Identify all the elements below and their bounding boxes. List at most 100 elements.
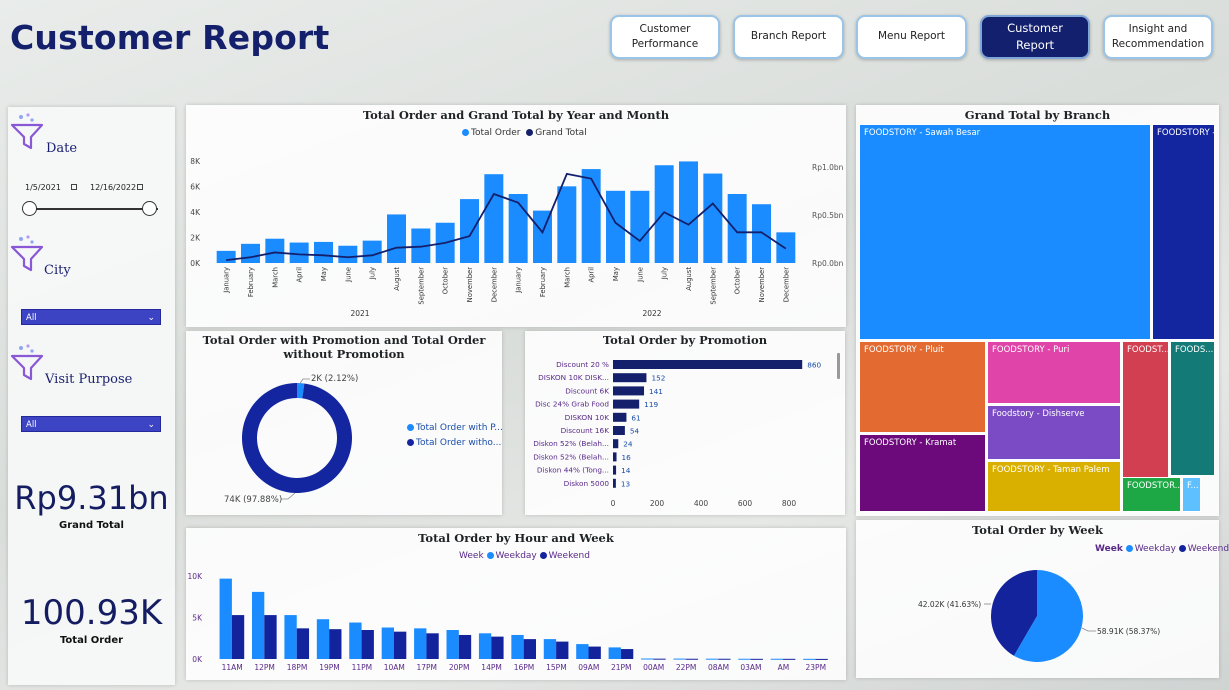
total-order-bar bbox=[362, 240, 382, 263]
legend-swatch bbox=[407, 423, 414, 431]
x-tick-label: 22PM bbox=[676, 663, 697, 672]
total-order-bar bbox=[727, 194, 747, 263]
visit-purpose-slicer-label: Visit Purpose bbox=[45, 372, 133, 387]
x-tick-label: 11PM bbox=[352, 663, 373, 672]
total-order-bar bbox=[508, 194, 528, 263]
y-tick-label: Discount 16K bbox=[561, 426, 610, 435]
x-tick-label: February bbox=[539, 267, 547, 297]
total-order-bar bbox=[557, 186, 577, 263]
hour-bar bbox=[231, 615, 245, 659]
x-tick-label: February bbox=[247, 267, 255, 297]
y-tick-label: Diskon 5000 bbox=[564, 479, 610, 488]
hour-bar bbox=[815, 658, 828, 660]
x-tick-label: May bbox=[320, 267, 328, 281]
filter-icon bbox=[10, 113, 44, 150]
date-range-end-handle[interactable] bbox=[142, 201, 157, 216]
total-order-label: Total Order bbox=[59, 635, 124, 646]
nav-menu-report-button[interactable]: Menu Report bbox=[856, 15, 967, 59]
x-tick-label: October bbox=[734, 267, 742, 294]
treemap-cell[interactable]: F... bbox=[1182, 477, 1201, 512]
x-tick-label: 16PM bbox=[514, 663, 535, 672]
date-start-input[interactable]: 1/5/2021 bbox=[25, 183, 61, 192]
legend-label: Total Order with P... bbox=[416, 423, 503, 433]
data-label: 24 bbox=[623, 440, 633, 449]
grand-total-label: Grand Total bbox=[59, 520, 124, 531]
promotion-bar bbox=[613, 412, 627, 422]
data-label: 61 bbox=[631, 413, 640, 422]
hour-bar bbox=[264, 615, 277, 659]
x-tick-label: November bbox=[466, 267, 474, 303]
calendar-icon[interactable] bbox=[71, 184, 77, 190]
hour-bar bbox=[750, 658, 763, 660]
promotion-bar bbox=[613, 373, 647, 383]
visit-purpose-dropdown-value: All bbox=[26, 420, 37, 430]
treemap-cell[interactable]: FOODS... bbox=[1170, 341, 1215, 476]
total-order-bar bbox=[703, 173, 723, 263]
city-dropdown[interactable]: All ⌄ bbox=[21, 309, 161, 325]
visit-purpose-dropdown[interactable]: All ⌄ bbox=[21, 416, 161, 432]
hour-bar bbox=[576, 644, 589, 659]
chevron-down-icon: ⌄ bbox=[147, 313, 155, 323]
y-tick-label: 10K bbox=[188, 572, 204, 581]
treemap-cell[interactable]: FOODSTORY -... bbox=[1152, 124, 1215, 340]
legend-label: Total Order witho... bbox=[416, 438, 502, 448]
treemap-cell[interactable]: FOODSTORY - Kramat bbox=[859, 434, 986, 512]
calendar-icon[interactable] bbox=[137, 184, 143, 190]
y-tick-label: 5K bbox=[192, 614, 203, 623]
x-tick-label: AM bbox=[778, 663, 790, 672]
x-tick-label: March bbox=[271, 267, 279, 288]
x-tick-label: November bbox=[758, 267, 766, 303]
date-range-start-handle[interactable] bbox=[22, 201, 37, 216]
chevron-down-icon: ⌄ bbox=[147, 420, 155, 430]
year-month-chart: 0K 2K 4K 6K 8K Rp0.0bn Rp0.5bn Rp1.0bn January Fe… bbox=[190, 157, 843, 318]
treemap-cell[interactable]: FOODSTORY - Puri bbox=[987, 341, 1121, 404]
total-order-bar bbox=[654, 165, 674, 263]
promotion-bar bbox=[613, 426, 625, 435]
treemap-cell[interactable]: FOODSTORY - Taman Palem bbox=[987, 461, 1121, 512]
hour-bar bbox=[511, 634, 524, 659]
treemap-cell[interactable]: FOODSTOR... bbox=[1122, 477, 1181, 512]
hour-bar bbox=[458, 634, 472, 659]
slice-label: 42.02K (41.63%) bbox=[918, 600, 981, 609]
hour-bar bbox=[478, 633, 492, 659]
x-tick-label: August bbox=[393, 267, 401, 291]
total-order-bar bbox=[484, 174, 504, 263]
legend-swatch bbox=[407, 438, 414, 446]
hour-bar bbox=[705, 658, 719, 660]
treemap-cell[interactable]: FOODSTORY - Sawah Besar bbox=[859, 124, 1151, 340]
x-tick-label: March bbox=[563, 267, 571, 288]
week-pie-chart: 58.91K (58.37%) 42.02K (41.63%) bbox=[918, 570, 1160, 662]
hour-bar bbox=[738, 658, 751, 660]
nav-customer-performance-button[interactable]: Customer Performance bbox=[610, 15, 720, 59]
y-tick-label: DISKON 10K bbox=[565, 413, 610, 422]
x-tick-label: 200 bbox=[650, 499, 665, 508]
treemap-cell[interactable]: FOODSTORY - Pluit bbox=[859, 341, 986, 433]
date-range-track bbox=[30, 208, 158, 210]
y-tick-label: 2K bbox=[190, 233, 201, 242]
promotion-bar-chart: Discount 20 % 860 DISKON 10K DISK... 152 Dis… bbox=[533, 353, 840, 508]
data-label: 860 bbox=[807, 361, 821, 370]
nav-branch-report-button[interactable]: Branch Report bbox=[733, 15, 844, 59]
nav-insight-recommendation-button[interactable]: Insight and Recommendation bbox=[1103, 15, 1213, 59]
date-end-input[interactable]: 12/16/2022 bbox=[90, 183, 136, 192]
hour-bar bbox=[803, 658, 816, 660]
hour-bar bbox=[718, 658, 731, 660]
total-order-bar bbox=[289, 242, 309, 263]
data-label: 141 bbox=[649, 387, 663, 396]
nav-customer-report-button[interactable]: Customer Report bbox=[980, 15, 1090, 59]
x-tick-label: 18PM bbox=[287, 663, 308, 672]
y-tick-label: 6K bbox=[190, 182, 201, 191]
data-label: 14 bbox=[621, 466, 631, 475]
hour-bar bbox=[251, 591, 265, 659]
hour-bar bbox=[620, 649, 634, 659]
treemap-cell[interactable]: Foodstory - Dishserve bbox=[987, 405, 1121, 460]
branch-treemap-panel: Grand Total by Branch FOODSTORY - Sawah … bbox=[856, 105, 1219, 516]
hour-bar bbox=[316, 619, 330, 659]
x-tick-label: 09AM bbox=[578, 663, 599, 672]
hour-bar bbox=[673, 658, 686, 660]
total-order-bar bbox=[241, 243, 260, 263]
y-tick-label: 0K bbox=[192, 655, 203, 664]
hour-bar bbox=[641, 658, 654, 660]
hour-bar bbox=[219, 578, 232, 659]
data-label: 54 bbox=[630, 427, 640, 436]
